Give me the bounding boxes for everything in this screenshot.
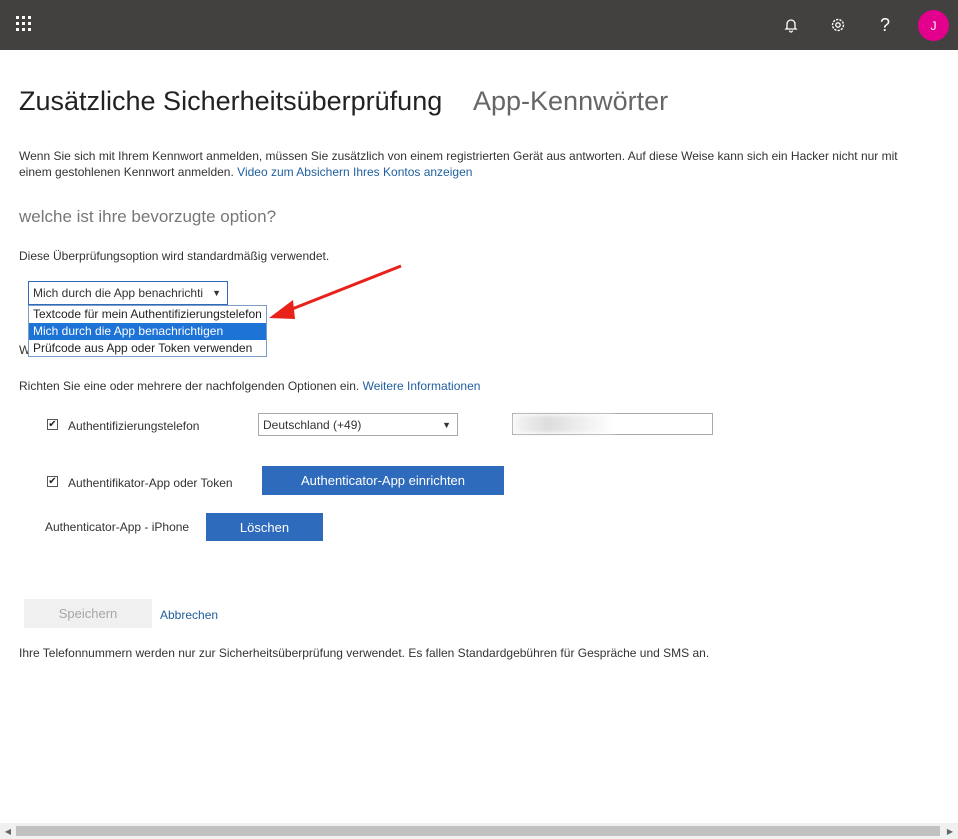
option-heading: welche ist ihre bevorzugte option? bbox=[19, 207, 277, 226]
scroll-left-icon[interactable]: ◀ bbox=[0, 823, 16, 839]
scroll-right-icon[interactable]: ▶ bbox=[942, 823, 958, 839]
setup-authenticator-button[interactable]: Authenticator-App einrichten bbox=[262, 466, 504, 495]
option-description: Diese Überprüfungsoption wird standardmä… bbox=[19, 249, 330, 263]
chevron-down-icon: ▼ bbox=[442, 419, 451, 430]
default-option-select[interactable]: Mich durch die App benachrichti ▼ bbox=[28, 281, 228, 305]
phone-label: Authentifizierungstelefon bbox=[68, 419, 200, 433]
horizontal-scrollbar[interactable]: ◀ ▶ bbox=[0, 823, 958, 839]
app-checkbox[interactable]: ✔ bbox=[47, 476, 58, 487]
help-icon[interactable]: ? bbox=[873, 13, 897, 37]
option-dropdown-list: Textcode für mein Authentifizierungstele… bbox=[28, 305, 267, 357]
bell-icon[interactable] bbox=[779, 13, 803, 37]
phone-checkbox[interactable]: ✔ bbox=[47, 419, 58, 430]
intro-text-line2: einem gestohlenen Kennwort anmelden. Vid… bbox=[19, 165, 473, 179]
footer-note: Ihre Telefonnummern werden nur zur Siche… bbox=[19, 646, 710, 660]
app-launcher-icon[interactable] bbox=[16, 16, 32, 32]
page-title: Zusätzliche Sicherheitsüberprüfung bbox=[19, 86, 443, 116]
option-app-notification[interactable]: Mich durch die App benachrichtigen bbox=[29, 323, 266, 340]
country-select[interactable]: Deutschland (+49) ▼ bbox=[258, 413, 458, 436]
app-label: Authentifikator-App oder Token bbox=[68, 476, 233, 490]
video-link[interactable]: Video zum Absichern Ihres Kontos anzeige… bbox=[237, 165, 472, 179]
methods-description: Richten Sie eine oder mehrere der nachfo… bbox=[19, 379, 481, 393]
tab-app-passwords[interactable]: App-Kennwörter bbox=[473, 86, 668, 117]
more-info-link[interactable]: Weitere Informationen bbox=[363, 379, 481, 393]
save-button[interactable]: Speichern bbox=[24, 599, 152, 628]
scrollbar-thumb[interactable] bbox=[16, 826, 940, 836]
chevron-down-icon: ▼ bbox=[212, 288, 221, 298]
device-label: Authenticator-App - iPhone bbox=[45, 520, 190, 534]
avatar[interactable]: J bbox=[918, 10, 949, 41]
top-bar: ? J bbox=[0, 0, 958, 50]
delete-button[interactable]: Löschen bbox=[206, 513, 323, 541]
gear-icon[interactable] bbox=[826, 13, 850, 37]
cancel-link[interactable]: Abbrechen bbox=[160, 608, 218, 622]
intro-text-line1: Wenn Sie sich mit Ihrem Kennwort anmelde… bbox=[19, 149, 898, 163]
option-verification-code[interactable]: Prüfcode aus App oder Token verwenden bbox=[29, 340, 266, 357]
option-text-code[interactable]: Textcode für mein Authentifizierungstele… bbox=[29, 306, 266, 323]
annotation-arrow-icon bbox=[269, 264, 402, 319]
redacted-phone-number bbox=[514, 415, 614, 433]
